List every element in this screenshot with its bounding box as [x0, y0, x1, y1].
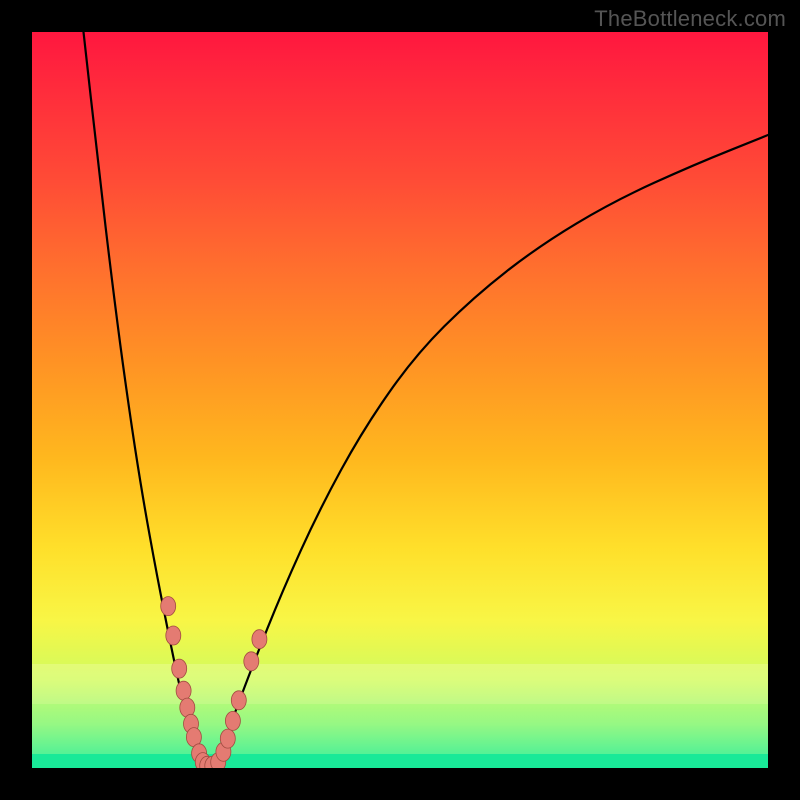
- left-curve: [84, 32, 206, 768]
- chart-frame: TheBottleneck.com: [0, 0, 800, 800]
- data-point: [225, 711, 240, 730]
- plot-area: [32, 32, 768, 768]
- data-points: [161, 597, 267, 768]
- data-point: [176, 681, 191, 700]
- watermark-text: TheBottleneck.com: [594, 6, 786, 32]
- data-point: [166, 626, 181, 645]
- data-point: [231, 691, 246, 710]
- data-point: [161, 597, 176, 616]
- chart-svg: [32, 32, 768, 768]
- data-point: [252, 630, 267, 649]
- right-curve: [216, 135, 768, 768]
- data-point: [220, 729, 235, 748]
- data-point: [172, 659, 187, 678]
- data-point: [244, 652, 259, 671]
